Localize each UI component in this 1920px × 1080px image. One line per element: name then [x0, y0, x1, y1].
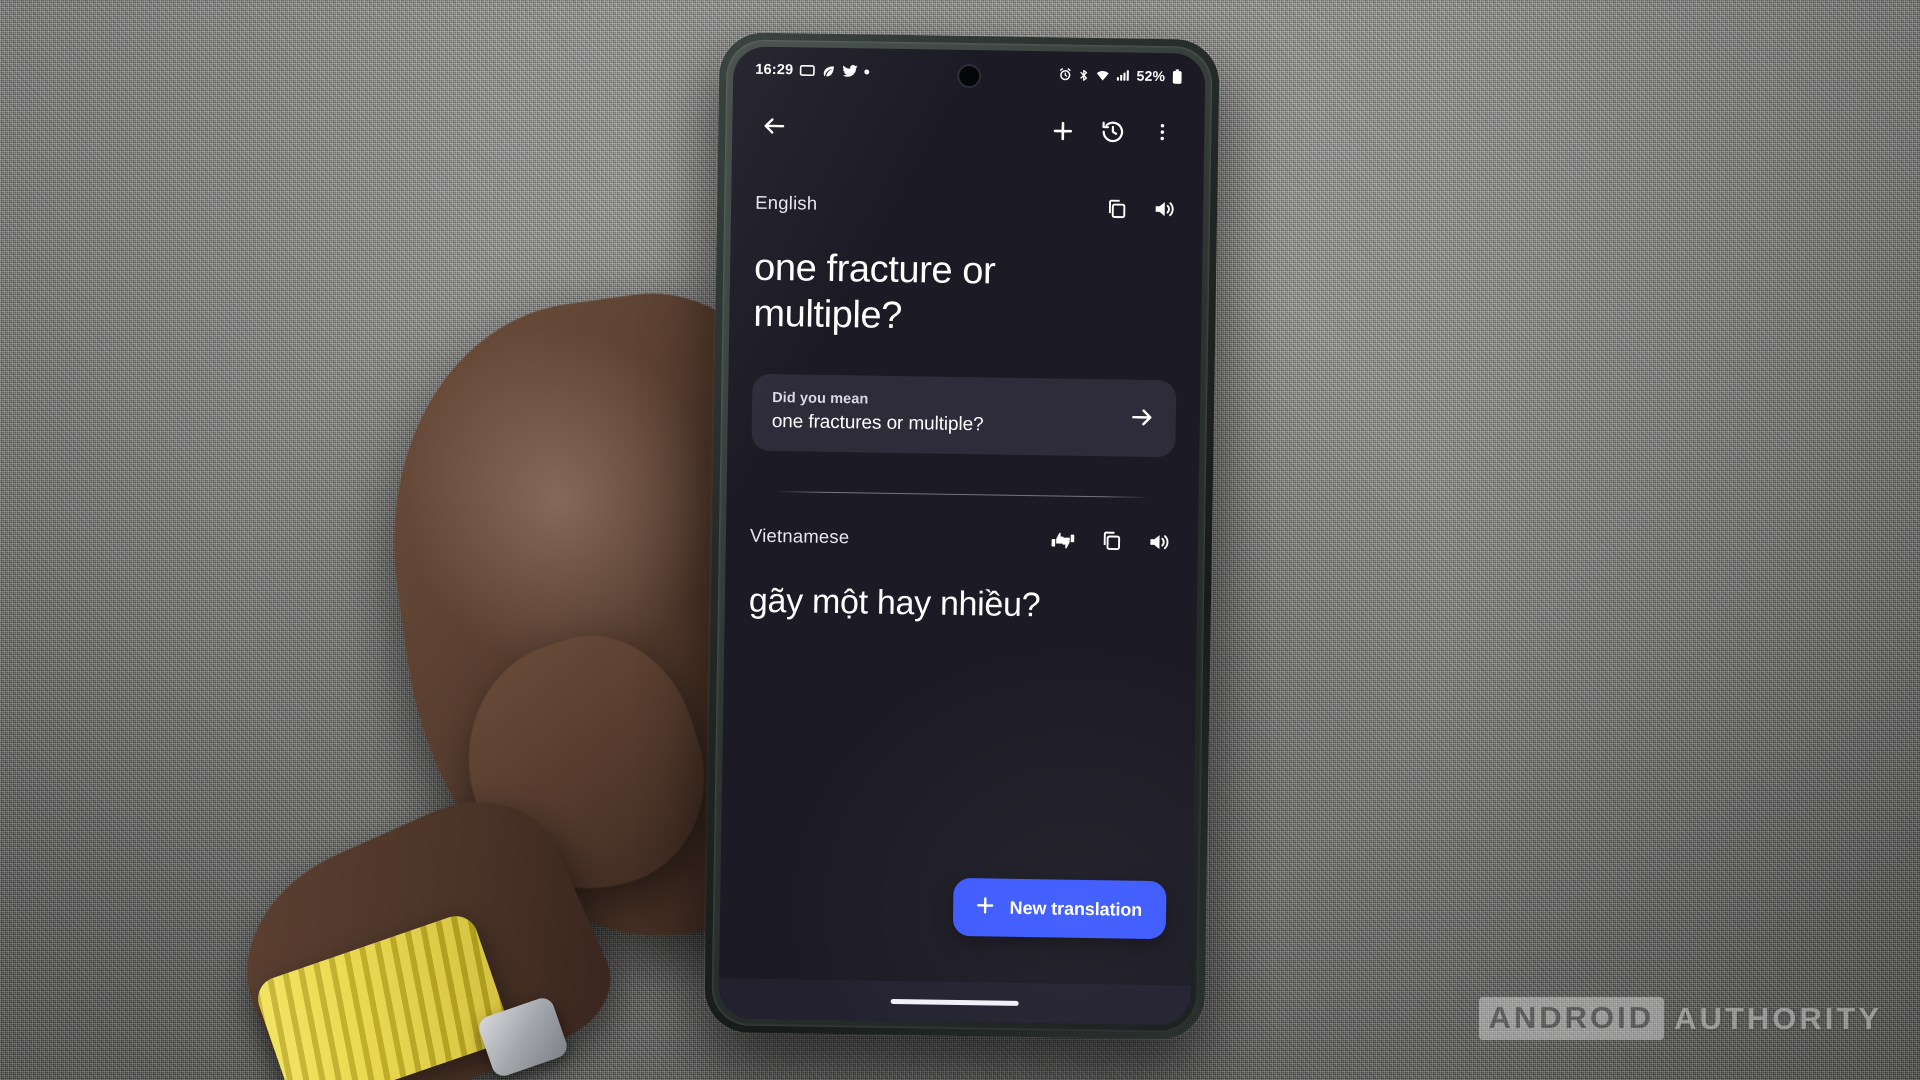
section-divider [778, 490, 1147, 498]
alarm-icon [1059, 67, 1073, 81]
did-you-mean-value: one fractures or multiple? [771, 410, 984, 436]
arrow-right-icon[interactable] [1117, 403, 1156, 431]
back-arrow-icon[interactable] [752, 104, 797, 149]
app-toolbar [732, 92, 1205, 165]
new-translation-label: New translation [1009, 897, 1143, 920]
status-bar-left: 16:29 [755, 61, 870, 80]
source-language-label: English [755, 191, 818, 214]
system-navigation-bar [718, 978, 1191, 1026]
watermark-primary: ANDROID [1478, 997, 1665, 1040]
thumbs-updown-icon[interactable] [1048, 525, 1078, 555]
signal-bars-icon [1116, 68, 1131, 82]
phone-screen: 16:29 52% English one fracture or multip… [718, 46, 1206, 1026]
source-language-row: English [755, 179, 1180, 234]
source-actions [1101, 193, 1179, 224]
toolbar-actions [1040, 108, 1185, 154]
speaker-icon[interactable] [1144, 527, 1174, 557]
plus-icon[interactable] [1040, 108, 1085, 153]
status-time: 16:29 [755, 61, 794, 79]
copy-icon[interactable] [1101, 193, 1131, 223]
leaf-icon [821, 63, 836, 78]
battery-percent-label: 52% [1136, 67, 1166, 85]
twitter-bird-icon [842, 63, 858, 79]
copy-icon[interactable] [1096, 526, 1126, 556]
plus-icon [973, 893, 997, 922]
target-language-label: Vietnamese [749, 524, 850, 547]
more-vertical-icon[interactable] [1140, 110, 1185, 155]
screen-cast-icon [799, 62, 815, 78]
smartphone: 16:29 52% English one fracture or multip… [704, 32, 1220, 1040]
photo-scene: 16:29 52% English one fracture or multip… [0, 0, 1920, 1080]
bluetooth-icon [1078, 68, 1091, 81]
did-you-mean-texts: Did you mean one fractures or multiple? [772, 390, 1118, 438]
history-clock-icon[interactable] [1090, 109, 1135, 154]
watermark: ANDROID AUTHORITY [1478, 997, 1883, 1040]
watermark-secondary: AUTHORITY [1674, 1000, 1882, 1036]
status-bar-right: 52% [1059, 66, 1184, 84]
did-you-mean-label: Did you mean [772, 389, 869, 408]
new-translation-button[interactable]: New translation [953, 877, 1167, 940]
target-actions [1048, 525, 1174, 557]
wifi-icon [1096, 68, 1111, 83]
battery-icon [1171, 68, 1183, 84]
speaker-icon[interactable] [1149, 194, 1179, 224]
gesture-home-pill[interactable] [890, 998, 1019, 1006]
translated-text: gãy một hay nhiều? [748, 581, 1041, 624]
dot-icon [864, 68, 870, 74]
target-language-row: Vietnamese [750, 511, 1175, 566]
source-text: one fracture or multiple? [753, 246, 996, 338]
did-you-mean-card[interactable]: Did you mean one fractures or multiple? [751, 373, 1177, 458]
